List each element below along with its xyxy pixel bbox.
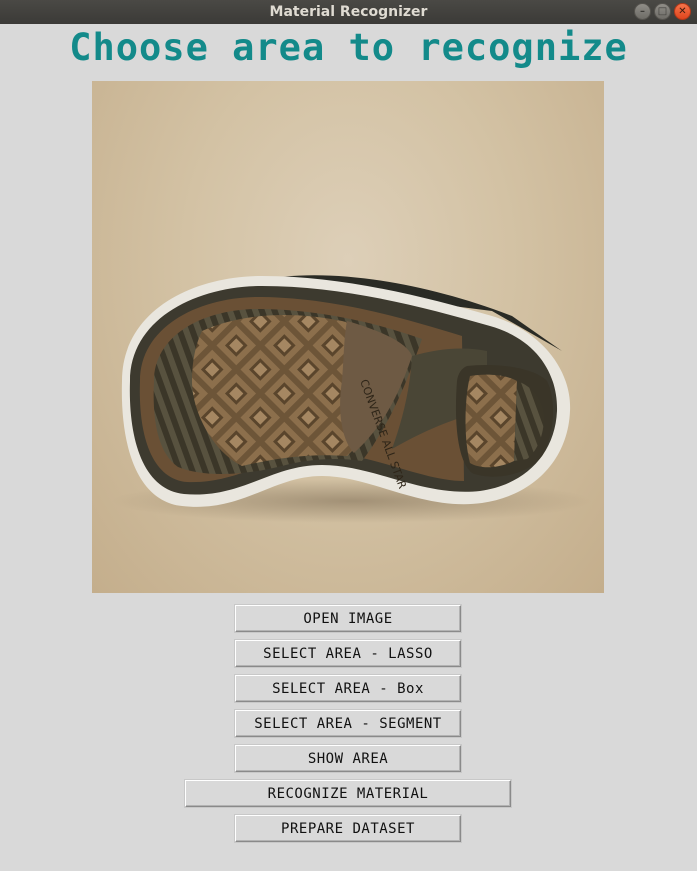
- window-title: Material Recognizer: [269, 4, 428, 20]
- recognize-material-button[interactable]: RECOGNIZE MATERIAL: [185, 780, 511, 807]
- maximize-button[interactable]: □: [654, 3, 671, 20]
- sneaker-sole-photo: CONVERSE ALL STAR: [112, 275, 592, 523]
- select-area-lasso-button[interactable]: SELECT AREA - LASSO: [235, 640, 461, 667]
- show-area-button[interactable]: SHOW AREA: [235, 745, 461, 772]
- window-controls: – □ ✕: [634, 3, 691, 20]
- image-preview[interactable]: CONVERSE ALL STAR: [92, 81, 604, 593]
- maximize-icon: □: [657, 5, 668, 17]
- minimize-icon: –: [640, 5, 645, 17]
- close-button[interactable]: ✕: [674, 3, 691, 20]
- open-image-button[interactable]: OPEN IMAGE: [235, 605, 461, 632]
- close-icon: ✕: [678, 5, 687, 17]
- prepare-dataset-button[interactable]: PREPARE DATASET: [235, 815, 461, 842]
- title-bar: Material Recognizer – □ ✕: [0, 0, 697, 24]
- select-area-segment-button[interactable]: SELECT AREA - SEGMENT: [235, 710, 461, 737]
- select-area-box-button[interactable]: SELECT AREA - Box: [235, 675, 461, 702]
- minimize-button[interactable]: –: [634, 3, 651, 20]
- page-title: Choose area to recognize: [69, 26, 628, 69]
